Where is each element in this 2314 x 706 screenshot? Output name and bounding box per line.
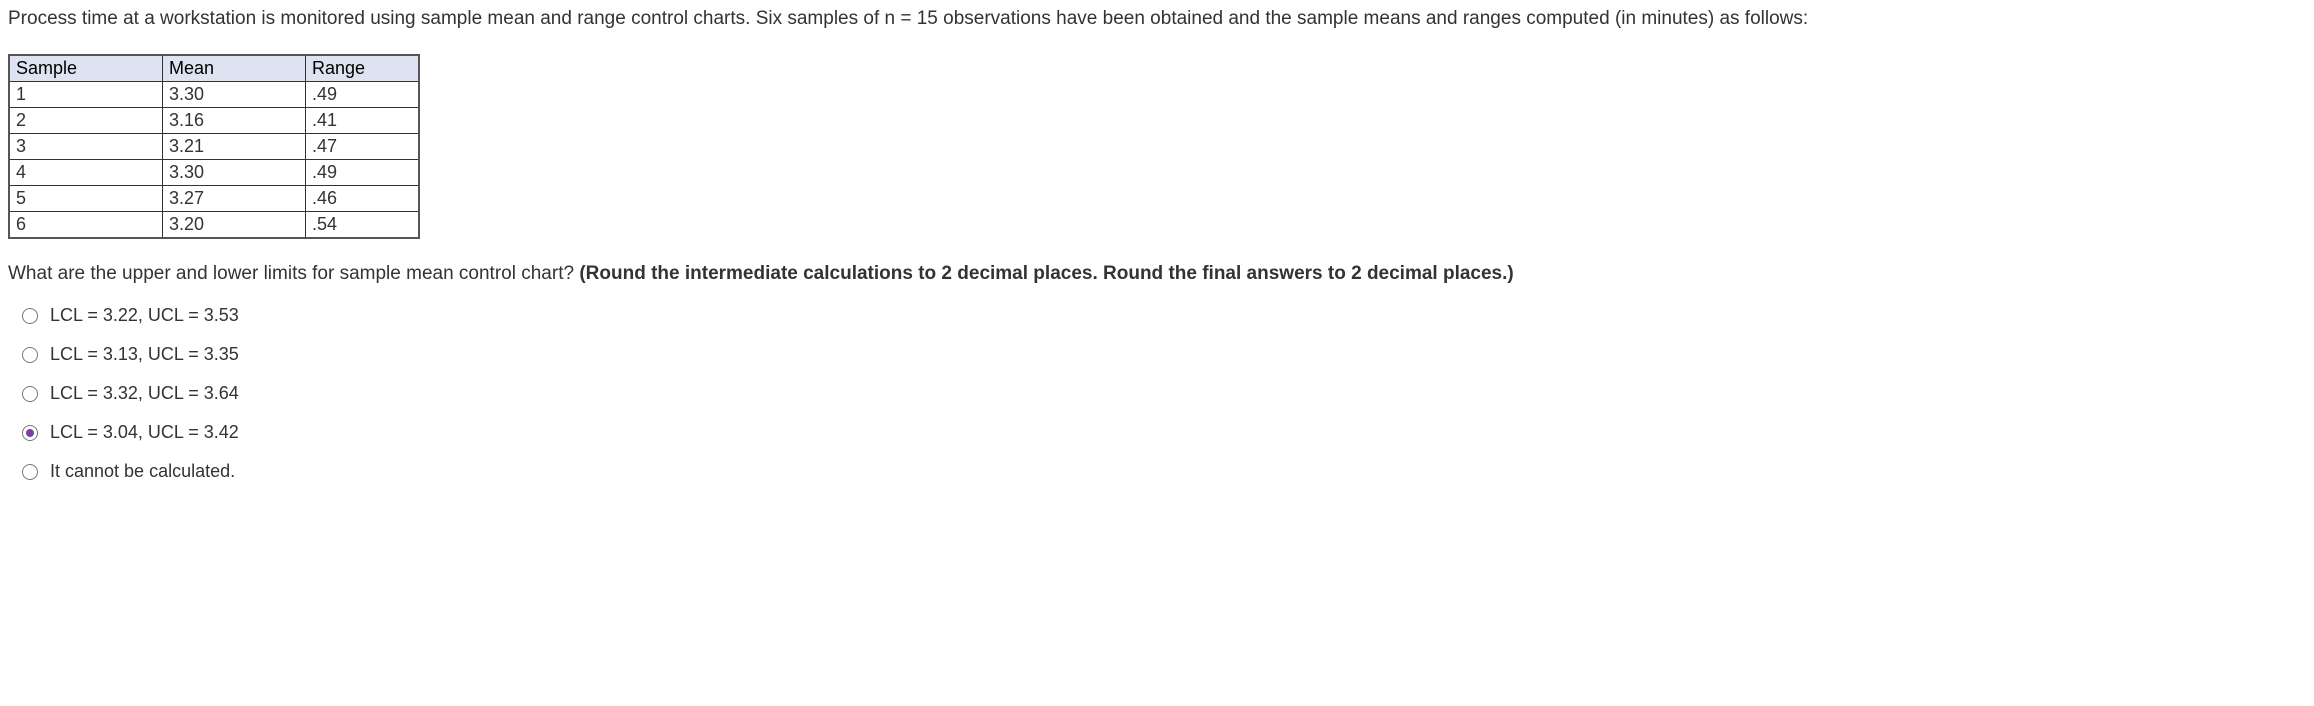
cell-mean: 3.30 xyxy=(163,82,306,108)
cell-mean: 3.21 xyxy=(163,134,306,160)
cell-range: .41 xyxy=(306,108,420,134)
header-range: Range xyxy=(306,55,420,82)
cell-mean: 3.16 xyxy=(163,108,306,134)
cell-sample: 2 xyxy=(9,108,163,134)
option-label: LCL = 3.32, UCL = 3.64 xyxy=(50,383,239,404)
table-row: 3 3.21 .47 xyxy=(9,134,419,160)
radio-icon[interactable] xyxy=(22,464,38,480)
radio-icon[interactable] xyxy=(22,425,38,441)
question-bold: (Round the intermediate calculations to … xyxy=(579,263,1513,284)
cell-sample: 1 xyxy=(9,82,163,108)
cell-range: .49 xyxy=(306,82,420,108)
table-row: 4 3.30 .49 xyxy=(9,160,419,186)
cell-range: .49 xyxy=(306,160,420,186)
cell-sample: 6 xyxy=(9,212,163,239)
option-label: LCL = 3.22, UCL = 3.53 xyxy=(50,305,239,326)
option-row[interactable]: LCL = 3.32, UCL = 3.64 xyxy=(22,383,2306,404)
question-text: What are the upper and lower limits for … xyxy=(8,263,2306,285)
table-row: 5 3.27 .46 xyxy=(9,186,419,212)
radio-icon[interactable] xyxy=(22,308,38,324)
cell-sample: 3 xyxy=(9,134,163,160)
table-row: 6 3.20 .54 xyxy=(9,212,419,239)
option-row[interactable]: It cannot be calculated. xyxy=(22,461,2306,482)
table-row: 1 3.30 .49 xyxy=(9,82,419,108)
cell-mean: 3.30 xyxy=(163,160,306,186)
header-sample: Sample xyxy=(9,55,163,82)
option-row[interactable]: LCL = 3.04, UCL = 3.42 xyxy=(22,422,2306,443)
cell-sample: 5 xyxy=(9,186,163,212)
intro-text: Process time at a workstation is monitor… xyxy=(8,8,2306,30)
cell-sample: 4 xyxy=(9,160,163,186)
options-group: LCL = 3.22, UCL = 3.53 LCL = 3.13, UCL =… xyxy=(22,305,2306,482)
radio-icon[interactable] xyxy=(22,347,38,363)
header-mean: Mean xyxy=(163,55,306,82)
cell-mean: 3.20 xyxy=(163,212,306,239)
option-label: It cannot be calculated. xyxy=(50,461,235,482)
cell-range: .47 xyxy=(306,134,420,160)
option-row[interactable]: LCL = 3.22, UCL = 3.53 xyxy=(22,305,2306,326)
cell-range: .54 xyxy=(306,212,420,239)
option-label: LCL = 3.13, UCL = 3.35 xyxy=(50,344,239,365)
question-plain: What are the upper and lower limits for … xyxy=(8,263,579,284)
option-label: LCL = 3.04, UCL = 3.42 xyxy=(50,422,239,443)
cell-range: .46 xyxy=(306,186,420,212)
option-row[interactable]: LCL = 3.13, UCL = 3.35 xyxy=(22,344,2306,365)
data-table: Sample Mean Range 1 3.30 .49 2 3.16 .41 … xyxy=(8,54,420,239)
table-row: 2 3.16 .41 xyxy=(9,108,419,134)
cell-mean: 3.27 xyxy=(163,186,306,212)
radio-icon[interactable] xyxy=(22,386,38,402)
